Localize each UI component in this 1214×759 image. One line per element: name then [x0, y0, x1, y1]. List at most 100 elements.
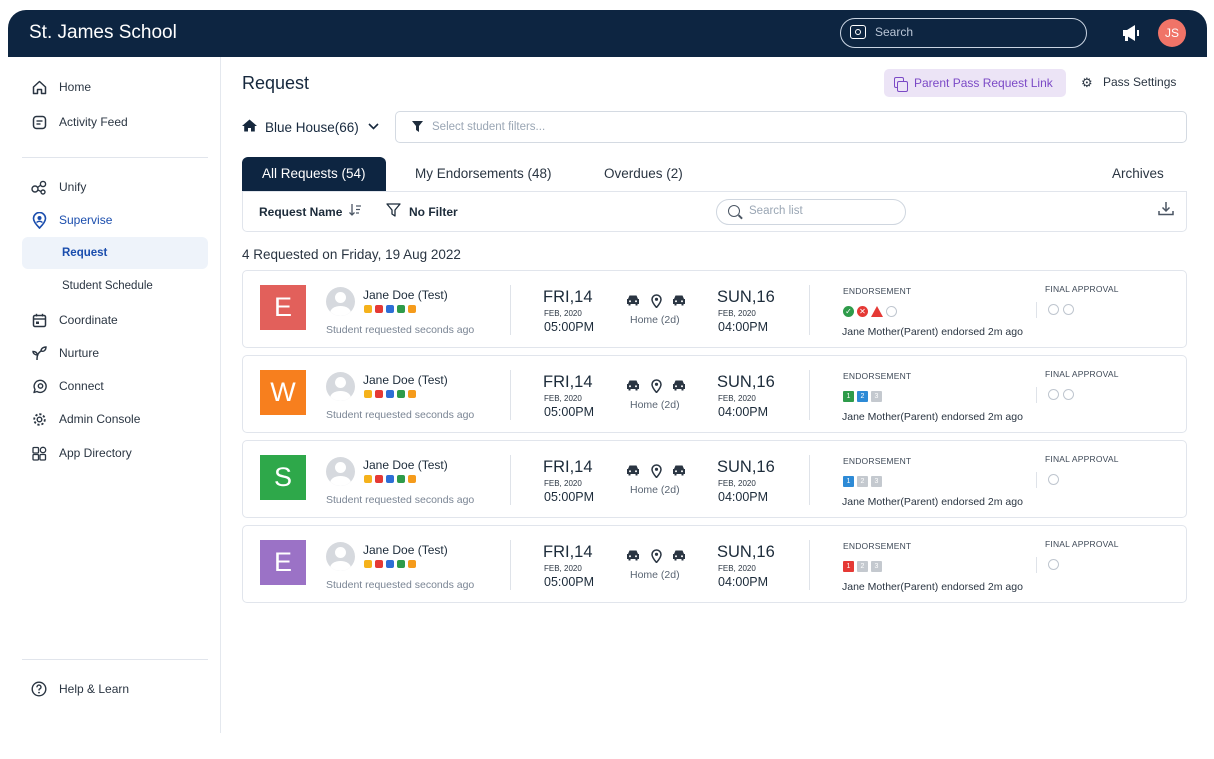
car-icon — [672, 294, 686, 308]
gear-icon: ⚙ — [1081, 75, 1093, 90]
end-time: 04:00PM — [718, 320, 769, 334]
student-tag-badge — [375, 305, 383, 313]
filter-outline-icon — [386, 203, 401, 221]
no-filter-button[interactable]: No Filter — [386, 203, 458, 221]
student-tag-badge — [386, 560, 394, 568]
list-toolbar: Request Name No Filter Search list — [242, 191, 1187, 232]
student-name[interactable]: Jane Doe (Test) — [363, 543, 448, 557]
sidebar-item-supervise[interactable]: Supervise — [22, 204, 208, 236]
sidebar-item-home[interactable]: Home — [22, 71, 208, 103]
student-name[interactable]: Jane Doe (Test) — [363, 288, 448, 302]
student-tag-badge — [375, 560, 383, 568]
sidebar-item-admin-console[interactable]: Admin Console — [22, 403, 208, 435]
final-approval-circle — [1048, 389, 1059, 400]
endorsement-text: Jane Mother(Parent) endorsed 2m ago — [842, 496, 1023, 508]
megaphone-icon[interactable] — [1121, 24, 1141, 42]
student-tag-badge — [408, 390, 416, 398]
start-time: 05:00PM — [544, 320, 595, 334]
start-month: FEB, 2020 — [544, 309, 582, 318]
sidebar-subitem-request[interactable]: Request — [22, 237, 208, 269]
endorsement-step: 3 — [871, 476, 882, 487]
student-initial-tile: E — [260, 540, 306, 585]
sort-icon[interactable] — [349, 203, 362, 219]
student-tag-badge — [408, 560, 416, 568]
sidebar-item-app-directory[interactable]: App Directory — [22, 437, 208, 469]
student-name[interactable]: Jane Doe (Test) — [363, 458, 448, 472]
student-tag-badge — [397, 475, 405, 483]
request-card[interactable]: E Jane Doe (Test) Student requested second… — [242, 525, 1187, 603]
sidebar-item-label: Connect — [59, 379, 104, 393]
house-label: Blue House(66) — [265, 119, 359, 135]
car-icon — [626, 294, 640, 308]
request-card[interactable]: E Jane Doe (Test) Student requested second… — [242, 270, 1187, 348]
sidebar-item-unify[interactable]: Unify — [22, 171, 208, 203]
request-card[interactable]: S Jane Doe (Test) Student requested second… — [242, 440, 1187, 518]
endorsement-text: Jane Mother(Parent) endorsed 2m ago — [842, 411, 1023, 423]
end-month: FEB, 2020 — [718, 564, 756, 573]
endorsement-step: 1 — [843, 476, 854, 487]
end-time: 04:00PM — [718, 405, 769, 419]
travel-icons — [626, 549, 686, 563]
endorsement-status: 123 — [843, 476, 882, 487]
divider — [809, 285, 810, 335]
sidebar-item-label: Activity Feed — [59, 115, 128, 129]
download-icon[interactable] — [1158, 201, 1174, 221]
parent-pass-request-link-button[interactable]: Parent Pass Request Link — [884, 69, 1066, 97]
start-time: 05:00PM — [544, 405, 595, 419]
divider — [1036, 302, 1037, 318]
search-icon — [850, 25, 866, 39]
tab-overdues[interactable]: Overdues (2) — [604, 157, 683, 191]
tab-my-endorsements[interactable]: My Endorsements (48) — [415, 157, 552, 191]
student-avatar — [326, 542, 355, 571]
sidebar-item-nurture[interactable]: Nurture — [22, 337, 208, 369]
sidebar-subitem-student-schedule[interactable]: Student Schedule — [22, 270, 208, 302]
house-selector[interactable]: Blue House(66) — [242, 119, 379, 135]
tab-all-requests[interactable]: All Requests (54) — [242, 157, 386, 191]
student-badges — [364, 305, 416, 313]
request-status-text: Student requested seconds ago — [326, 494, 475, 506]
start-month: FEB, 2020 — [544, 564, 582, 573]
pass-settings-button[interactable]: ⚙ Pass Settings — [1080, 75, 1177, 90]
final-approval-label: FINAL APPROVAL — [1045, 539, 1119, 549]
sidebar-item-coordinate[interactable]: Coordinate — [22, 304, 208, 336]
unify-icon — [30, 178, 48, 196]
student-filter-input[interactable]: Select student filters... — [395, 111, 1187, 143]
sidebar-divider — [22, 157, 208, 158]
pass-settings-label: Pass Settings — [1103, 75, 1177, 89]
endorsement-step: 1 — [843, 561, 854, 572]
global-search-input[interactable]: Search — [840, 18, 1087, 48]
endorsement-status: 123 — [843, 391, 882, 402]
request-status-text: Student requested seconds ago — [326, 324, 475, 336]
sidebar-item-label: Home — [59, 80, 92, 94]
student-tag-badge — [397, 560, 405, 568]
user-avatar[interactable]: JS — [1158, 19, 1186, 47]
end-time: 04:00PM — [718, 575, 769, 589]
final-approval-circle — [1048, 474, 1059, 485]
chevron-down-icon — [368, 121, 379, 133]
location-pin-icon — [650, 379, 662, 393]
supervise-icon — [30, 211, 48, 229]
endorsement-step: 2 — [857, 391, 868, 402]
sort-by-request-name[interactable]: Request Name — [259, 205, 342, 219]
sidebar-item-activity-feed[interactable]: Activity Feed — [22, 106, 208, 138]
start-day: FRI,14 — [543, 458, 593, 476]
divider — [510, 455, 511, 505]
tab-archives[interactable]: Archives — [1112, 157, 1164, 191]
student-badges — [364, 390, 416, 398]
student-tag-badge — [397, 305, 405, 313]
final-approval-circle — [1048, 304, 1059, 315]
destination: Home (2d) — [630, 569, 680, 581]
sidebar-item-help[interactable]: Help & Learn — [22, 673, 208, 705]
student-tag-badge — [364, 475, 372, 483]
car-icon — [672, 379, 686, 393]
home-icon — [30, 78, 48, 96]
request-card[interactable]: W Jane Doe (Test) Student requested second… — [242, 355, 1187, 433]
final-approval-status — [1048, 389, 1074, 400]
student-name[interactable]: Jane Doe (Test) — [363, 373, 448, 387]
divider — [1036, 387, 1037, 403]
end-month: FEB, 2020 — [718, 394, 756, 403]
search-icon — [728, 205, 740, 217]
sidebar-item-connect[interactable]: Connect — [22, 370, 208, 402]
travel-icons — [626, 464, 686, 478]
search-list-input[interactable]: Search list — [716, 199, 906, 225]
